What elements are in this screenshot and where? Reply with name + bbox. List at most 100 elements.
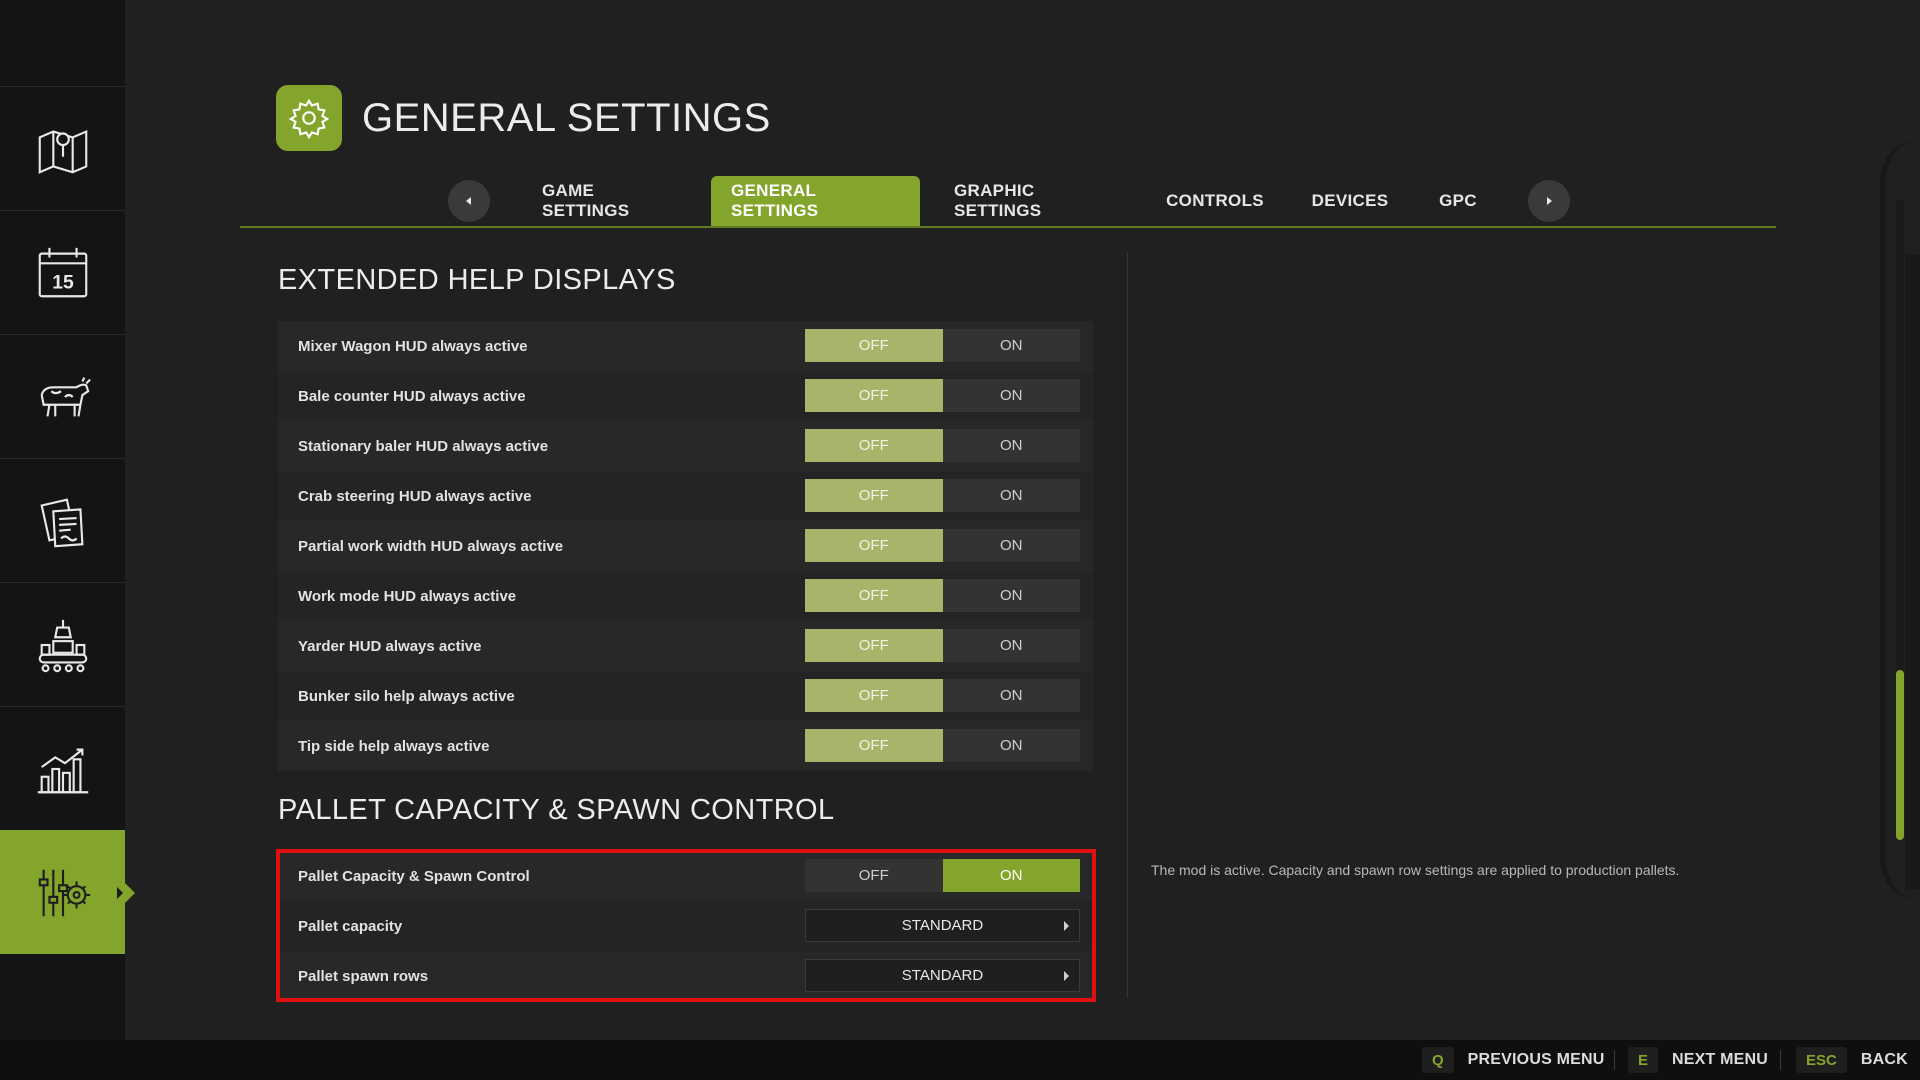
tab-prev-button[interactable] [448, 180, 490, 222]
setting-row: Stationary baler HUD always active OFF O… [278, 421, 1093, 471]
toggle-on-option[interactable]: ON [942, 479, 1080, 512]
section-title-help: EXTENDED HELP DISPLAYS [278, 264, 676, 296]
sidebar-item-statistics[interactable] [0, 706, 125, 830]
on-off-toggle: OFF ON [805, 629, 1080, 662]
settings-sliders-icon [38, 869, 90, 916]
sidebar: 15 [0, 0, 135, 1040]
bar-chart-icon [37, 748, 88, 793]
toggle-on-option[interactable]: ON [942, 679, 1080, 712]
calendar-day-label: 15 [52, 271, 74, 293]
on-off-toggle: OFF ON [805, 329, 1080, 362]
setting-label: Bunker silo help always active [298, 687, 515, 705]
selector-value: STANDARD [901, 967, 984, 984]
hint-back[interactable]: ESC BACK [1796, 1047, 1908, 1073]
setting-label: Stationary baler HUD always active [298, 437, 549, 455]
page-title: GENERAL SETTINGS [362, 96, 771, 140]
toggle-off-option[interactable]: OFF [805, 579, 943, 612]
tab-controls[interactable]: CONTROLS [1150, 176, 1280, 226]
setting-row-pallet-spawn-rows: Pallet spawn rows STANDARD [278, 951, 1093, 1001]
on-off-toggle: OFF ON [805, 859, 1080, 892]
toggle-off-option[interactable]: OFF [805, 629, 943, 662]
setting-label: Pallet Capacity & Spawn Control [298, 867, 530, 885]
sidebar-item-contracts[interactable] [0, 458, 125, 582]
toggle-off-option[interactable]: OFF [805, 529, 943, 562]
info-description: The mod is active. Capacity and spawn ro… [1151, 862, 1680, 878]
tab-gpc[interactable]: GPC [1418, 176, 1498, 226]
setting-row: Tip side help always active OFF ON [278, 721, 1093, 771]
map-icon [38, 129, 87, 174]
hint-label: PREVIOUS MENU [1467, 1051, 1605, 1068]
toggle-on-option[interactable]: ON [942, 329, 1080, 362]
arrow-left-icon [466, 197, 471, 205]
sidebar-item-calendar[interactable]: 15 [0, 210, 125, 334]
section-title-pallet: PALLET CAPACITY & SPAWN CONTROL [278, 794, 835, 826]
hint-separator [1614, 1050, 1615, 1070]
setting-row-pallet-control: Pallet Capacity & Spawn Control OFF ON [278, 851, 1093, 901]
sidebar-item-production[interactable] [0, 582, 125, 706]
sidebar-item-animals[interactable] [0, 334, 125, 458]
setting-label: Bale counter HUD always active [298, 387, 526, 405]
toggle-on-option[interactable]: ON [942, 529, 1080, 562]
toggle-on-option[interactable]: ON [942, 579, 1080, 612]
arrow-right-icon [1547, 197, 1552, 205]
toggle-off-option[interactable]: OFF [805, 429, 943, 462]
pallet-capacity-selector[interactable]: STANDARD [805, 909, 1080, 942]
on-off-toggle: OFF ON [805, 679, 1080, 712]
setting-label: Yarder HUD always active [298, 637, 482, 655]
hint-label: NEXT MENU [1672, 1051, 1769, 1068]
tab-next-button[interactable] [1528, 180, 1570, 222]
factory-icon [38, 619, 87, 672]
toggle-on-option[interactable]: ON [942, 429, 1080, 462]
setting-row: Bale counter HUD always active OFF ON [278, 371, 1093, 421]
hint-label: BACK [1860, 1051, 1908, 1068]
toggle-on-option[interactable]: ON [942, 859, 1080, 892]
cow-icon [40, 376, 91, 417]
tab-devices[interactable]: DEVICES [1290, 176, 1410, 226]
setting-row: Partial work width HUD always active OFF… [278, 521, 1093, 571]
tab-game-settings[interactable]: GAME SETTINGS [522, 176, 690, 226]
gear-icon [288, 98, 330, 140]
setting-label: Partial work width HUD always active [298, 537, 564, 555]
setting-label: Tip side help always active [298, 737, 490, 755]
help-settings-list: Mixer Wagon HUD always active OFF ON Bal… [278, 321, 1093, 771]
key-badge: E [1628, 1047, 1659, 1073]
on-off-toggle: OFF ON [805, 379, 1080, 412]
tab-general-settings[interactable]: GENERAL SETTINGS [711, 176, 920, 226]
setting-row: Mixer Wagon HUD always active OFF ON [278, 321, 1093, 371]
setting-label: Work mode HUD always active [298, 587, 517, 605]
toggle-off-option[interactable]: OFF [805, 679, 943, 712]
toggle-off-option[interactable]: OFF [805, 859, 943, 892]
pallet-settings-list: Pallet Capacity & Spawn Control OFF ON P… [278, 851, 1093, 1001]
calendar-icon: 15 [38, 247, 87, 297]
toggle-off-option[interactable]: OFF [805, 729, 943, 762]
hint-separator [1780, 1050, 1781, 1070]
tab-graphic-settings[interactable]: GRAPHIC SETTINGS [934, 176, 1139, 226]
toggle-on-option[interactable]: ON [942, 379, 1080, 412]
tab-bar: GAME SETTINGS GENERAL SETTINGS GRAPHIC S… [240, 176, 1776, 228]
key-badge: Q [1422, 1047, 1454, 1073]
hint-next-menu[interactable]: E NEXT MENU [1628, 1047, 1768, 1073]
selector-value: STANDARD [901, 917, 984, 934]
chevron-right-icon [1064, 920, 1069, 931]
toggle-on-option[interactable]: ON [942, 629, 1080, 662]
scrollbar-thumb[interactable] [1896, 670, 1904, 840]
setting-row: Crab steering HUD always active OFF ON [278, 471, 1093, 521]
toggle-on-option[interactable]: ON [942, 729, 1080, 762]
column-divider [1127, 252, 1128, 998]
hint-previous-menu[interactable]: Q PREVIOUS MENU [1422, 1047, 1605, 1073]
footer-bar: Q PREVIOUS MENU E NEXT MENU ESC BACK [0, 1040, 1920, 1080]
setting-row: Yarder HUD always active OFF ON [278, 621, 1093, 671]
sidebar-item-settings[interactable] [0, 830, 135, 954]
pallet-spawn-rows-selector[interactable]: STANDARD [805, 959, 1080, 992]
toggle-off-option[interactable]: OFF [805, 379, 943, 412]
toggle-off-option[interactable]: OFF [805, 479, 943, 512]
active-indicator [117, 886, 123, 899]
key-badge: ESC [1796, 1047, 1847, 1073]
sidebar-item-map[interactable] [0, 86, 125, 210]
setting-label: Pallet capacity [298, 917, 403, 935]
setting-label: Crab steering HUD always active [298, 487, 532, 505]
toggle-off-option[interactable]: OFF [805, 329, 943, 362]
setting-label: Mixer Wagon HUD always active [298, 337, 528, 355]
setting-row: Bunker silo help always active OFF ON [278, 671, 1093, 721]
setting-label: Pallet spawn rows [298, 967, 429, 985]
